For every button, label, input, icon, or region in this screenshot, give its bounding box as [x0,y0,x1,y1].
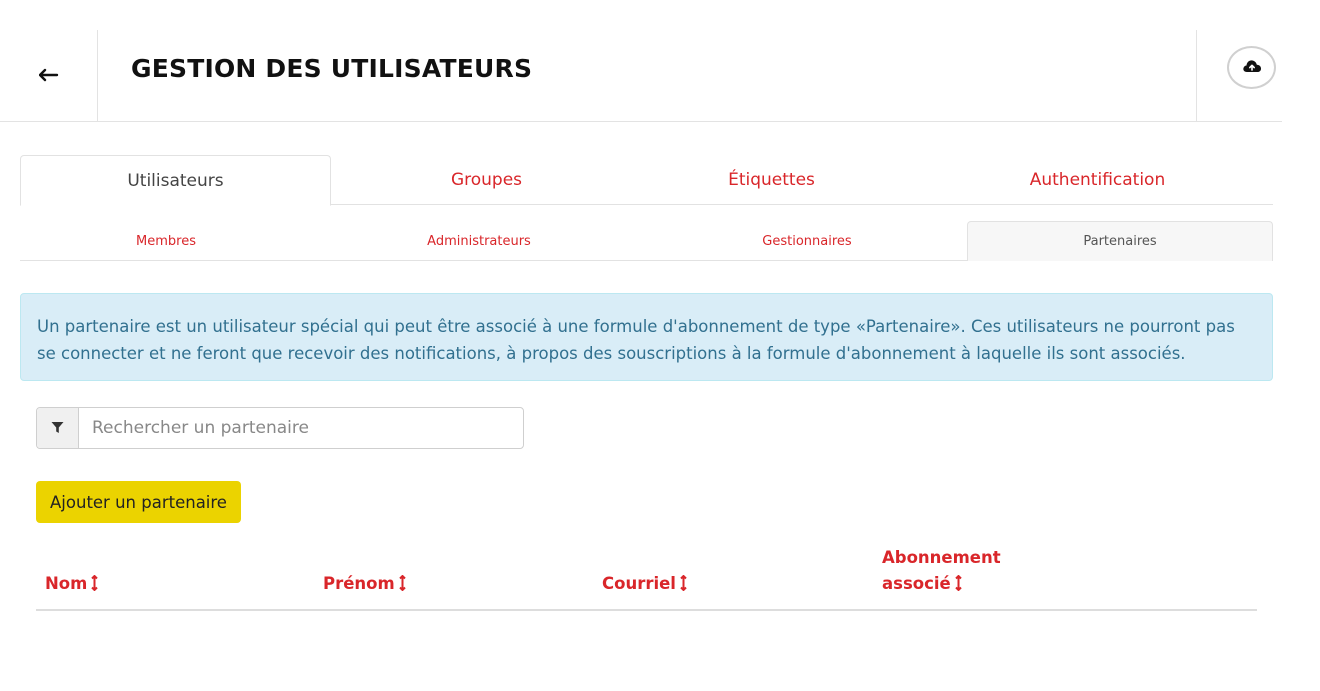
column-label: Courriel [602,574,676,593]
sort-icon [398,573,407,592]
user-subtabs: Membres Administrateurs Gestionnaires Pa… [20,221,1273,261]
add-partner-button[interactable]: Ajouter un partenaire [36,481,241,523]
column-label: Prénom [323,574,395,593]
filter-icon [51,419,64,438]
tab-groupes[interactable]: Groupes [331,155,642,205]
info-alert-text: Un partenaire est un utilisateur spécial… [37,317,1235,363]
arrow-left-icon [38,67,59,86]
column-label: Nom [45,574,88,593]
subtab-gestionnaires[interactable]: Gestionnaires [645,221,969,261]
column-header-prenom[interactable]: Prénom [323,571,407,597]
sort-icon [90,573,99,592]
search-group [36,407,524,449]
tab-authentification[interactable]: Authentification [940,155,1255,205]
column-header-courriel[interactable]: Courriel [602,571,688,597]
tab-utilisateurs[interactable]: Utilisateurs [20,155,331,206]
search-filter-addon [37,408,79,448]
cloud-upload-icon [1242,58,1262,78]
main-tabs: Utilisateurs Groupes Étiquettes Authenti… [20,155,1273,206]
column-header-abonnement[interactable]: Abonnement associé [882,545,1012,597]
sort-icon [954,573,963,592]
back-button[interactable] [0,30,98,122]
tab-etiquettes[interactable]: Étiquettes [616,155,927,205]
info-alert: Un partenaire est un utilisateur spécial… [20,293,1273,381]
subtab-administrateurs[interactable]: Administrateurs [316,221,642,261]
subtab-partenaires[interactable]: Partenaires [967,221,1273,261]
page-header: GESTION DES UTILISATEURS [0,0,1282,122]
upload-button[interactable] [1227,46,1276,89]
sort-icon [679,573,688,592]
page-title: GESTION DES UTILISATEURS [131,54,533,83]
search-input[interactable] [79,408,523,448]
subtab-membres[interactable]: Membres [20,221,312,261]
table-header: Nom Prénom Courriel Abonnement associé [36,540,1257,611]
column-label: Abonnement associé [882,548,1001,593]
column-header-nom[interactable]: Nom [45,571,99,597]
